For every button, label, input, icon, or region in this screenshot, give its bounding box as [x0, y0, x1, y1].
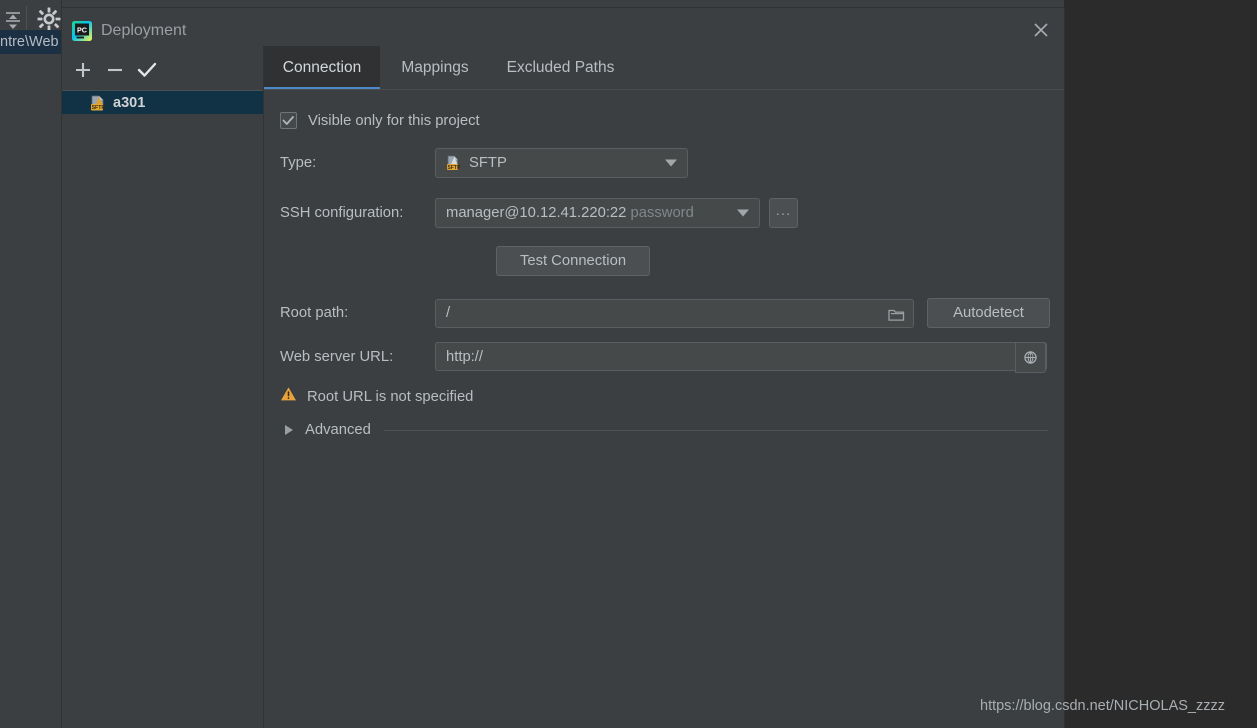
tab-mappings[interactable]: Mappings	[380, 46, 490, 90]
ssh-configuration-value: manager@10.12.41.220:22	[446, 205, 627, 221]
server-list-item-a301[interactable]: SFTP a301	[62, 91, 264, 114]
visible-only-checkbox[interactable]	[280, 112, 297, 129]
test-connection-label: Test Connection	[519, 253, 627, 269]
svg-text:SFTP: SFTP	[92, 105, 106, 111]
ssh-configuration-label: SSH configuration:	[280, 205, 404, 221]
sftp-server-icon: SFTP	[90, 95, 106, 111]
deployment-dialog: PC Deployment SFTP a301 Connection Mappi…	[62, 8, 1064, 728]
tab-mappings-label: Mappings	[401, 59, 469, 76]
globe-icon[interactable]	[1015, 342, 1046, 373]
ssh-browse-button[interactable]: ...	[769, 198, 798, 228]
watermark: https://blog.csdn.net/NICHOLAS_zzzz	[980, 698, 1225, 714]
folder-icon[interactable]	[888, 307, 905, 327]
autodetect-button[interactable]: Autodetect	[927, 298, 1050, 328]
chevron-right-icon[interactable]	[285, 425, 293, 435]
collapse-all-icon[interactable]	[2, 8, 24, 32]
server-list-toolbar	[62, 54, 264, 88]
visible-only-row: Visible only for this project	[280, 112, 480, 129]
advanced-label[interactable]: Advanced	[305, 422, 371, 438]
ide-right-area	[1064, 0, 1257, 728]
ssh-configuration-dropdown[interactable]: manager@10.12.41.220:22 password	[435, 198, 760, 228]
screen: ntre\Web PC Deployment SFTP a301 Connect…	[0, 0, 1257, 728]
ssh-configuration-row: SSH configuration: manager@10.12.41.220:…	[280, 198, 798, 228]
warning-row: Root URL is not specified	[280, 386, 473, 407]
gear-icon[interactable]	[36, 6, 62, 32]
svg-text:SFTP: SFTP	[448, 165, 461, 171]
ssh-auth-hint: password	[630, 205, 694, 221]
type-label: Type:	[280, 155, 317, 171]
set-default-server-button[interactable]	[132, 56, 162, 84]
dialog-title: Deployment	[101, 22, 187, 39]
root-path-input[interactable]: /	[435, 298, 914, 328]
type-dropdown[interactable]: SFTP SFTP	[435, 148, 688, 178]
remove-server-button[interactable]	[100, 56, 130, 84]
type-value: SFTP	[469, 155, 507, 171]
svg-text:PC: PC	[77, 26, 87, 35]
test-connection-button[interactable]: Test Connection	[496, 246, 650, 276]
web-server-url-value: http://	[446, 348, 484, 365]
dialog-titlebar: PC Deployment	[62, 8, 1064, 46]
web-server-url-row: Web server URL: http://	[280, 342, 1047, 373]
pycharm-logo-icon: PC	[72, 21, 92, 41]
root-path-value: /	[446, 305, 451, 321]
visible-only-label: Visible only for this project	[308, 112, 480, 129]
root-path-label: Root path:	[280, 305, 349, 321]
advanced-section: Advanced	[280, 422, 1048, 438]
chevron-down-icon[interactable]	[665, 159, 677, 167]
ellipsis-icon: ...	[775, 201, 792, 219]
tab-bar: Connection Mappings Excluded Paths	[264, 46, 1064, 90]
web-server-url-label: Web server URL:	[280, 348, 394, 365]
autodetect-label: Autodetect	[953, 305, 1024, 321]
close-icon[interactable]	[1018, 8, 1064, 48]
add-server-button[interactable]	[68, 56, 98, 84]
server-list-item-label: a301	[113, 94, 146, 111]
chevron-down-icon[interactable]	[737, 209, 749, 217]
server-list-panel: SFTP a301	[62, 46, 264, 728]
breadcrumb[interactable]: ntre\Web	[0, 30, 64, 54]
test-connection-row: Test Connection	[496, 246, 650, 276]
ide-left-area	[0, 54, 62, 728]
tab-connection-label: Connection	[282, 59, 362, 76]
tab-excluded-paths-label: Excluded Paths	[506, 59, 615, 76]
connection-panel: Connection Mappings Excluded Paths Visib…	[264, 46, 1064, 728]
tab-excluded-paths[interactable]: Excluded Paths	[490, 46, 631, 90]
web-server-url-input[interactable]: http://	[435, 342, 1047, 373]
type-row: Type: SFTP SFTP	[280, 148, 688, 178]
root-path-row: Root path: / Autodetect	[280, 298, 1050, 328]
tab-connection[interactable]: Connection	[264, 46, 380, 90]
sftp-icon: SFTP	[445, 155, 461, 171]
warning-text: Root URL is not specified	[307, 388, 474, 405]
warning-triangle-icon	[280, 386, 297, 407]
advanced-divider	[383, 429, 1048, 431]
connection-form: Visible only for this project Type: SFTP…	[264, 90, 1064, 728]
